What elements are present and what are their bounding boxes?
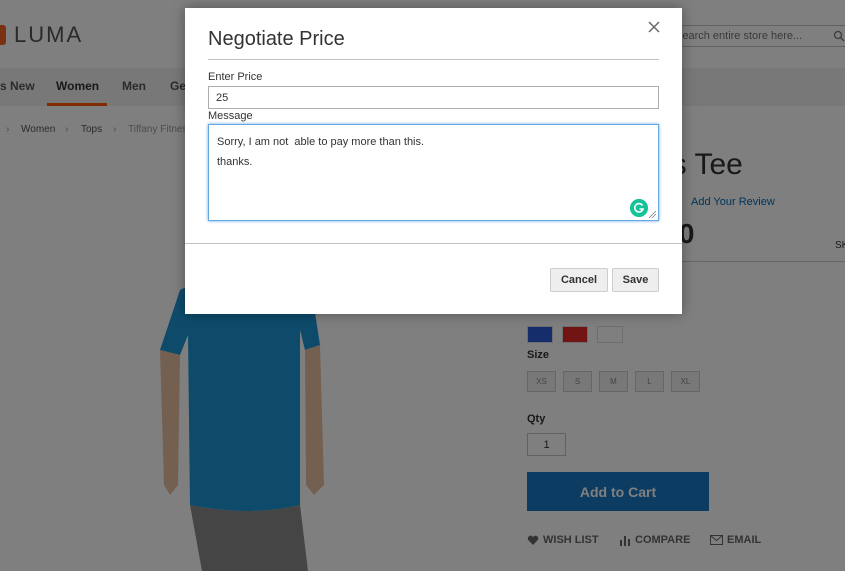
grammarly-icon[interactable] (630, 199, 648, 217)
close-icon[interactable] (645, 18, 663, 36)
message-line: thanks. (217, 156, 253, 168)
modal-footer-divider (185, 243, 682, 244)
save-button[interactable]: Save (612, 268, 659, 292)
cancel-button[interactable]: Cancel (550, 268, 608, 292)
modal-title: Negotiate Price (208, 28, 345, 50)
message-textarea[interactable]: Sorry, I am not able to pay more than th… (208, 124, 659, 221)
message-field-label: Message (208, 110, 253, 122)
price-input[interactable] (208, 86, 659, 109)
price-field-label: Enter Price (208, 71, 263, 83)
resize-handle-icon[interactable] (649, 211, 656, 218)
message-line: Sorry, I am not able to pay more than th… (217, 136, 425, 148)
modal-divider (208, 59, 659, 60)
negotiate-price-modal: Negotiate Price Enter Price Message Sorr… (185, 8, 682, 314)
